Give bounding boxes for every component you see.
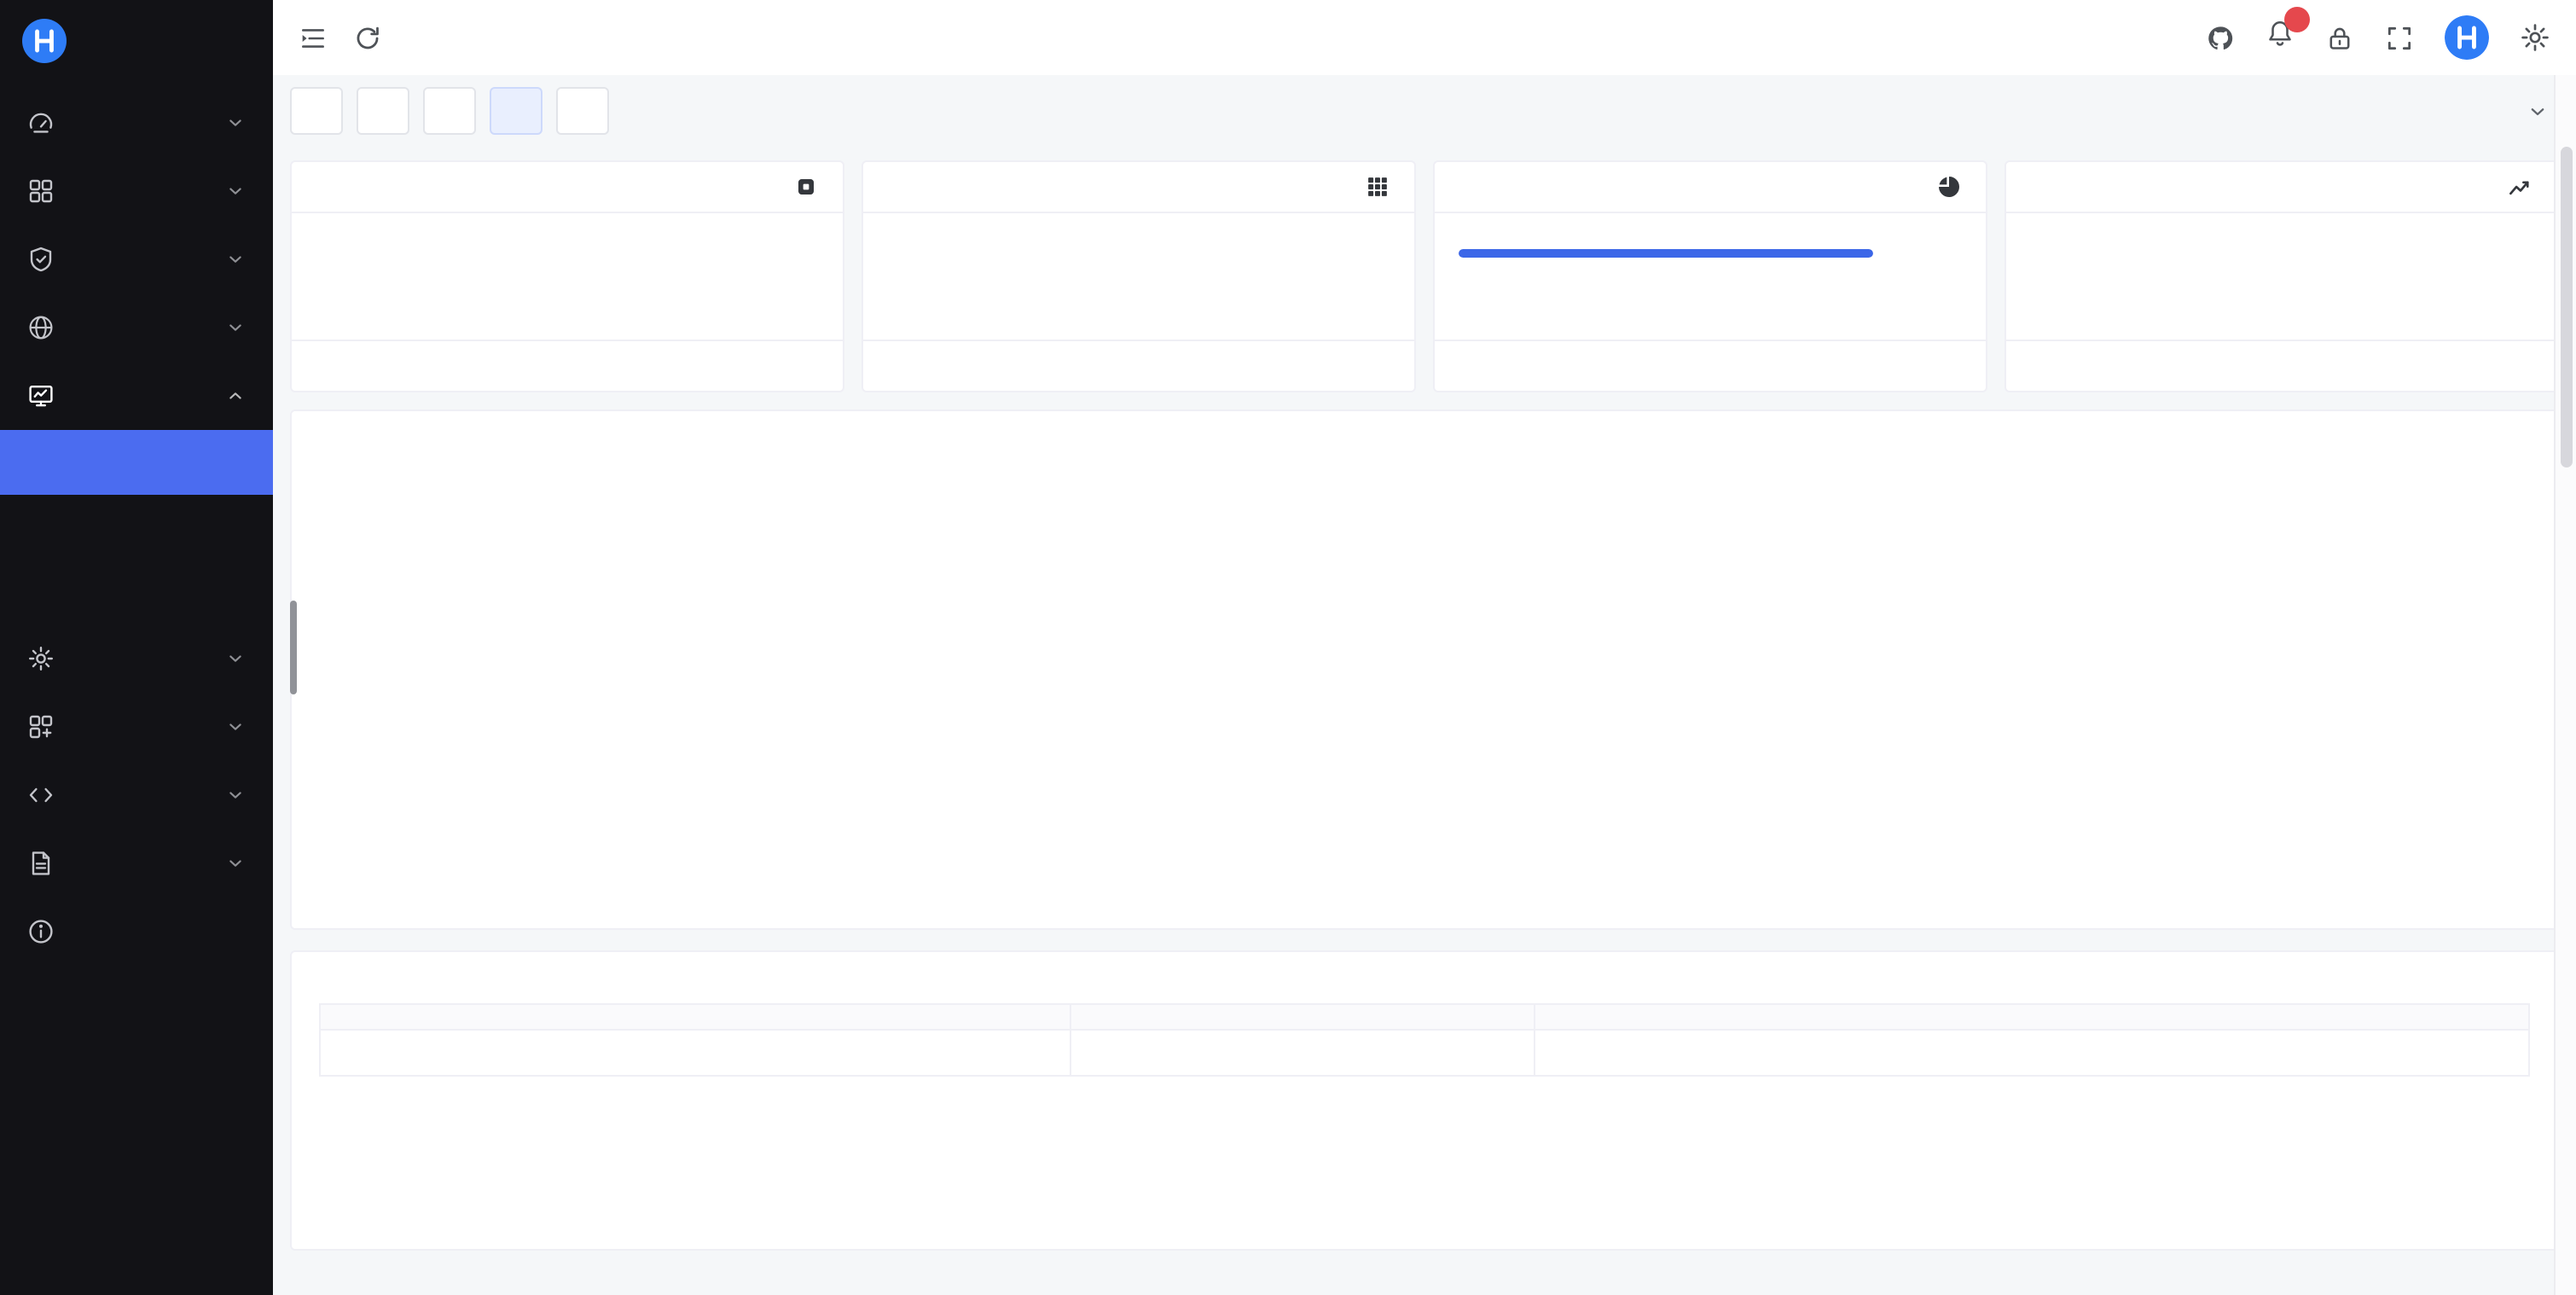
server-info-table bbox=[319, 1003, 2530, 1077]
chevron-down-icon bbox=[225, 648, 246, 669]
page-content bbox=[273, 147, 2576, 1295]
chevron-down-icon bbox=[225, 249, 246, 270]
download-dot bbox=[872, 481, 884, 493]
app-logo-icon bbox=[22, 19, 67, 63]
sidebar-item-system-monitor[interactable] bbox=[0, 362, 273, 430]
cpu-card bbox=[290, 160, 844, 392]
plugin-icon bbox=[27, 713, 55, 740]
disk-card bbox=[1433, 160, 1987, 392]
sidebar-subitem-online-users[interactable] bbox=[0, 495, 273, 560]
server-os-value bbox=[1071, 1030, 1535, 1076]
memory-grid-icon bbox=[1365, 174, 1390, 200]
header-actions bbox=[2206, 15, 2550, 60]
info-icon bbox=[27, 918, 55, 945]
globe-icon bbox=[27, 314, 55, 341]
sidebar-item-plugins[interactable] bbox=[0, 693, 273, 761]
dashboard-icon bbox=[27, 109, 55, 136]
trend-line-icon bbox=[2508, 174, 2533, 200]
pie-chart-icon bbox=[1936, 174, 1962, 200]
memory-card bbox=[862, 160, 1416, 392]
stat-upload bbox=[319, 466, 872, 493]
lock-icon[interactable] bbox=[2325, 23, 2354, 52]
col-os bbox=[1071, 1004, 1535, 1030]
server-info-card bbox=[290, 950, 2559, 1251]
notification-bell[interactable] bbox=[2266, 19, 2295, 56]
stat-total-sent bbox=[1424, 466, 1977, 493]
org-grid-icon bbox=[27, 177, 55, 205]
sidebar-item-about[interactable] bbox=[0, 897, 273, 966]
avatar-logo-icon bbox=[2445, 15, 2489, 60]
server-ip-value bbox=[1535, 1030, 2529, 1076]
page-scrollbar-track[interactable] bbox=[2554, 75, 2576, 1295]
content-scrollbar-thumb[interactable] bbox=[290, 601, 297, 694]
table-row bbox=[320, 1030, 2529, 1076]
sidebar-item-permissions[interactable] bbox=[0, 225, 273, 293]
received-dot bbox=[1977, 481, 1989, 493]
document-icon bbox=[27, 850, 55, 877]
chevron-down-icon bbox=[225, 717, 246, 737]
upload-dot bbox=[319, 481, 331, 493]
network-traffic-card bbox=[290, 409, 2559, 930]
chevron-down-icon bbox=[225, 317, 246, 338]
server-name-value bbox=[320, 1030, 1071, 1076]
app-logo-row[interactable] bbox=[0, 0, 273, 82]
chevron-down-icon bbox=[225, 181, 246, 201]
top-header bbox=[273, 0, 2576, 75]
github-icon[interactable] bbox=[2206, 23, 2235, 52]
sidebar-item-system-settings[interactable] bbox=[0, 624, 273, 693]
chevron-down-icon bbox=[225, 853, 246, 874]
main-area bbox=[273, 0, 2576, 1295]
sidebar-item-organization[interactable] bbox=[0, 157, 273, 225]
stat-card-row bbox=[290, 160, 2559, 392]
tab-list-dropdown[interactable] bbox=[2515, 89, 2559, 133]
network-chart-plot bbox=[387, 510, 2530, 879]
tab-service-monitor[interactable] bbox=[490, 87, 542, 135]
system-monitor-submenu bbox=[0, 430, 273, 624]
tab-bar bbox=[273, 75, 2576, 147]
settings-gear-icon[interactable] bbox=[2520, 22, 2550, 53]
col-server-name bbox=[320, 1004, 1071, 1030]
tab-online-recharge[interactable] bbox=[357, 87, 409, 135]
stat-total-received bbox=[1977, 466, 2530, 493]
code-icon bbox=[27, 781, 55, 809]
network-traffic-chart bbox=[387, 510, 2530, 879]
fullscreen-icon[interactable] bbox=[2385, 23, 2414, 52]
monitor-icon bbox=[27, 382, 55, 409]
sidebar-item-docs[interactable] bbox=[0, 829, 273, 897]
tab-config[interactable] bbox=[556, 87, 609, 135]
cpu-chip-icon bbox=[793, 174, 819, 200]
sidebar-subitem-service-monitor[interactable] bbox=[0, 430, 273, 495]
sidebar-item-dashboard[interactable] bbox=[0, 89, 273, 157]
sidebar-collapse-icon[interactable] bbox=[299, 23, 328, 52]
hotgo-admin-app bbox=[0, 0, 2576, 1295]
x-axis-labels bbox=[387, 887, 2530, 918]
chevron-down-icon bbox=[2526, 100, 2548, 122]
chevron-up-icon bbox=[225, 386, 246, 406]
user-avatar[interactable] bbox=[2445, 15, 2489, 60]
col-server-ip bbox=[1535, 1004, 2529, 1030]
chevron-down-icon bbox=[225, 785, 246, 805]
sidebar-item-system-apps[interactable] bbox=[0, 293, 273, 362]
tab-console[interactable] bbox=[290, 87, 343, 135]
page-scrollbar-thumb[interactable] bbox=[2561, 147, 2573, 467]
disk-progress-bar bbox=[1459, 249, 1873, 258]
sent-dot bbox=[1424, 481, 1436, 493]
load-card bbox=[2005, 160, 2559, 392]
stat-download bbox=[872, 466, 1424, 493]
table-header-row bbox=[320, 1004, 2529, 1030]
network-stats-row bbox=[319, 466, 2530, 493]
notification-badge bbox=[2284, 7, 2310, 32]
chevron-down-icon bbox=[225, 113, 246, 133]
gear-icon bbox=[27, 645, 55, 672]
disk-progress-fill bbox=[1459, 249, 1873, 258]
tab-attachments[interactable] bbox=[423, 87, 476, 135]
sidebar-item-dev-tools[interactable] bbox=[0, 761, 273, 829]
refresh-icon[interactable] bbox=[353, 23, 382, 52]
sidebar-subitem-online-services[interactable] bbox=[0, 560, 273, 624]
sidebar bbox=[0, 0, 273, 1295]
load-spark-chart bbox=[2030, 239, 2533, 324]
sidebar-menu bbox=[0, 82, 273, 1295]
shield-icon bbox=[27, 246, 55, 273]
load-sparkline bbox=[2030, 239, 2533, 324]
